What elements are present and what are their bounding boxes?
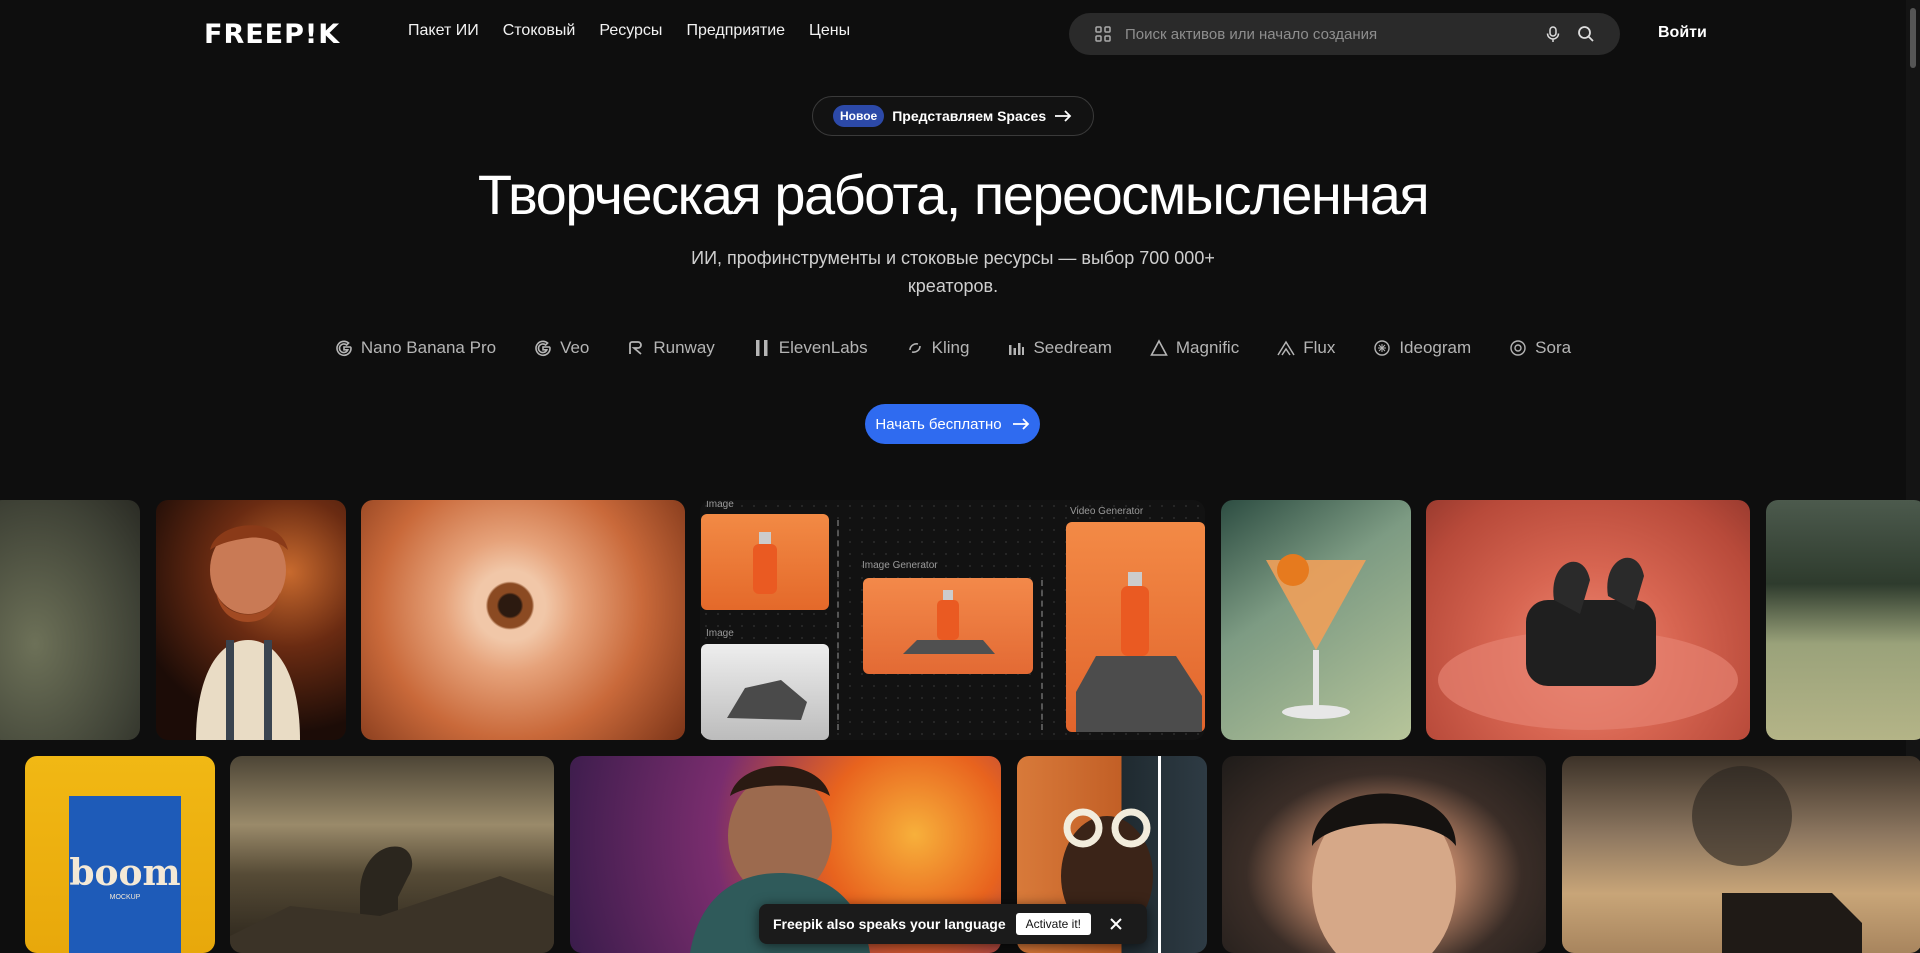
google-icon (535, 340, 551, 357)
cocktail-illustration (1266, 554, 1366, 719)
nav-item-stock[interactable]: Стоковый (503, 22, 576, 40)
language-toast: Freepik also speaks your language Activa… (759, 904, 1147, 944)
search-input[interactable] (1125, 13, 1525, 55)
model-label: Magnific (1175, 338, 1240, 357)
activate-language-button[interactable]: Activate it! (1015, 913, 1092, 935)
hero-title: Творческая работа, переосмысленная (477, 163, 1430, 226)
google-icon (336, 340, 352, 357)
model-sora[interactable]: Sora (1509, 338, 1571, 358)
microphone-icon[interactable] (1544, 25, 1562, 43)
model-veo[interactable]: Veo (534, 338, 589, 358)
model-nano-banana-pro[interactable]: Nano Banana Pro (335, 338, 496, 358)
grid-icon (1095, 26, 1111, 42)
node-connector (1041, 580, 1043, 730)
hero-subtitle: ИИ, профинструменты и стоковые ресурсы —… (691, 248, 1215, 296)
openai-icon (1510, 340, 1526, 356)
dinosaur-illustration (230, 846, 554, 953)
logo-text: FREEP!K (204, 18, 341, 50)
model-magnific[interactable]: Magnific (1150, 338, 1239, 358)
cartoon-character-illustration (196, 525, 300, 740)
gallery-image-dinosaur[interactable] (230, 756, 554, 953)
model-label: Flux (1303, 338, 1336, 357)
model-runway[interactable]: Runway (627, 338, 715, 358)
video-product-illustration (1076, 572, 1202, 732)
model-label: Seedream (1033, 338, 1112, 357)
model-label: Sora (1535, 338, 1572, 357)
nav-item-pricing[interactable]: Цены (809, 22, 850, 40)
node-label: Image (706, 500, 734, 510)
man-portrait-illustration (1312, 793, 1456, 953)
product-illustration (903, 590, 995, 654)
nav-item-enterprise[interactable]: Предприятие (686, 22, 785, 40)
magnific-icon (1150, 339, 1168, 356)
ideogram-icon (1374, 340, 1391, 356)
gallery-image-cartoon-character[interactable] (156, 500, 346, 740)
node-image-generator-output[interactable] (863, 578, 1033, 674)
close-icon[interactable] (1109, 917, 1123, 931)
model-label: ElevenLabs (778, 338, 868, 357)
login-button[interactable]: Войти (1658, 24, 1707, 42)
node-label: Video Generator (1070, 506, 1144, 517)
node-image-bottle[interactable] (701, 514, 829, 610)
gallery-image-poster-mockup[interactable]: boom MOCKUP (25, 756, 215, 953)
model-label: Ideogram (1399, 338, 1472, 357)
gallery-image-cocktail[interactable] (1221, 500, 1411, 740)
toast-message: Freepik also speaks your language (773, 916, 1006, 932)
model-elevenlabs[interactable]: ElevenLabs (753, 338, 868, 358)
model-label: Veo (560, 338, 590, 357)
start-free-label: Начать бесплатно (875, 415, 1002, 433)
poster: boom MOCKUP (69, 796, 181, 953)
search-icon[interactable] (1577, 25, 1595, 43)
ai-models-list: Nano Banana Pro Veo Runway ElevenLabs Kl… (0, 338, 1906, 358)
gallery-image-field[interactable] (1766, 500, 1920, 740)
truck-illustration (1692, 766, 1862, 953)
earbuds-illustration (1438, 557, 1738, 730)
gallery-image[interactable] (0, 500, 140, 740)
top-header: FREEP!K Пакет ИИ Стоковый Ресурсы Предпр… (0, 0, 1920, 68)
gallery-image-truck-dust[interactable] (1562, 756, 1920, 953)
model-ideogram[interactable]: Ideogram (1373, 338, 1471, 358)
gallery-image-eye-closeup[interactable] (361, 500, 685, 740)
announcement-text: Представляем Spaces (892, 108, 1047, 124)
seedream-icon (1009, 343, 1025, 355)
model-label: Nano Banana Pro (360, 338, 497, 357)
poster-text: boom (69, 851, 181, 894)
bottle-illustration (753, 532, 777, 594)
new-badge: Новое (833, 105, 885, 127)
rock-illustration (727, 680, 807, 720)
node-video-output[interactable] (1066, 522, 1205, 732)
scrollbar-thumb[interactable] (1910, 8, 1916, 68)
announcement-pill[interactable]: Новое Представляем Spaces (812, 96, 1094, 136)
gallery-image-man-portrait[interactable] (1222, 756, 1546, 953)
node-image-rock[interactable] (701, 644, 829, 740)
model-label: Kling (931, 338, 970, 357)
gallery-node-editor[interactable]: Image Image Image Generator Video Genera… (700, 500, 1205, 740)
arrow-right-icon (1012, 418, 1029, 430)
node-label: Image (706, 628, 734, 639)
search-bar[interactable] (1069, 13, 1620, 55)
poster-subtext: MOCKUP (109, 893, 141, 901)
main-nav: Пакет ИИ Стоковый Ресурсы Предприятие Це… (408, 22, 850, 40)
freepik-logo[interactable]: FREEP!K (204, 18, 341, 50)
model-kling[interactable]: Kling (906, 338, 970, 358)
node-label: Image Generator (862, 560, 938, 571)
kling-icon (908, 343, 921, 353)
model-seedream[interactable]: Seedream (1007, 338, 1112, 358)
elevenlabs-icon (755, 340, 768, 356)
nav-item-ai-suite[interactable]: Пакет ИИ (408, 22, 479, 40)
runway-icon (629, 341, 643, 355)
node-connector (837, 520, 839, 730)
model-label: Runway (653, 338, 715, 357)
nav-item-resources[interactable]: Ресурсы (599, 22, 662, 40)
model-flux[interactable]: Flux (1277, 338, 1335, 358)
flux-icon (1277, 340, 1295, 356)
start-free-button[interactable]: Начать бесплатно (865, 404, 1040, 444)
gallery-image-earbuds[interactable] (1426, 500, 1750, 740)
arrow-right-icon (1055, 110, 1072, 122)
